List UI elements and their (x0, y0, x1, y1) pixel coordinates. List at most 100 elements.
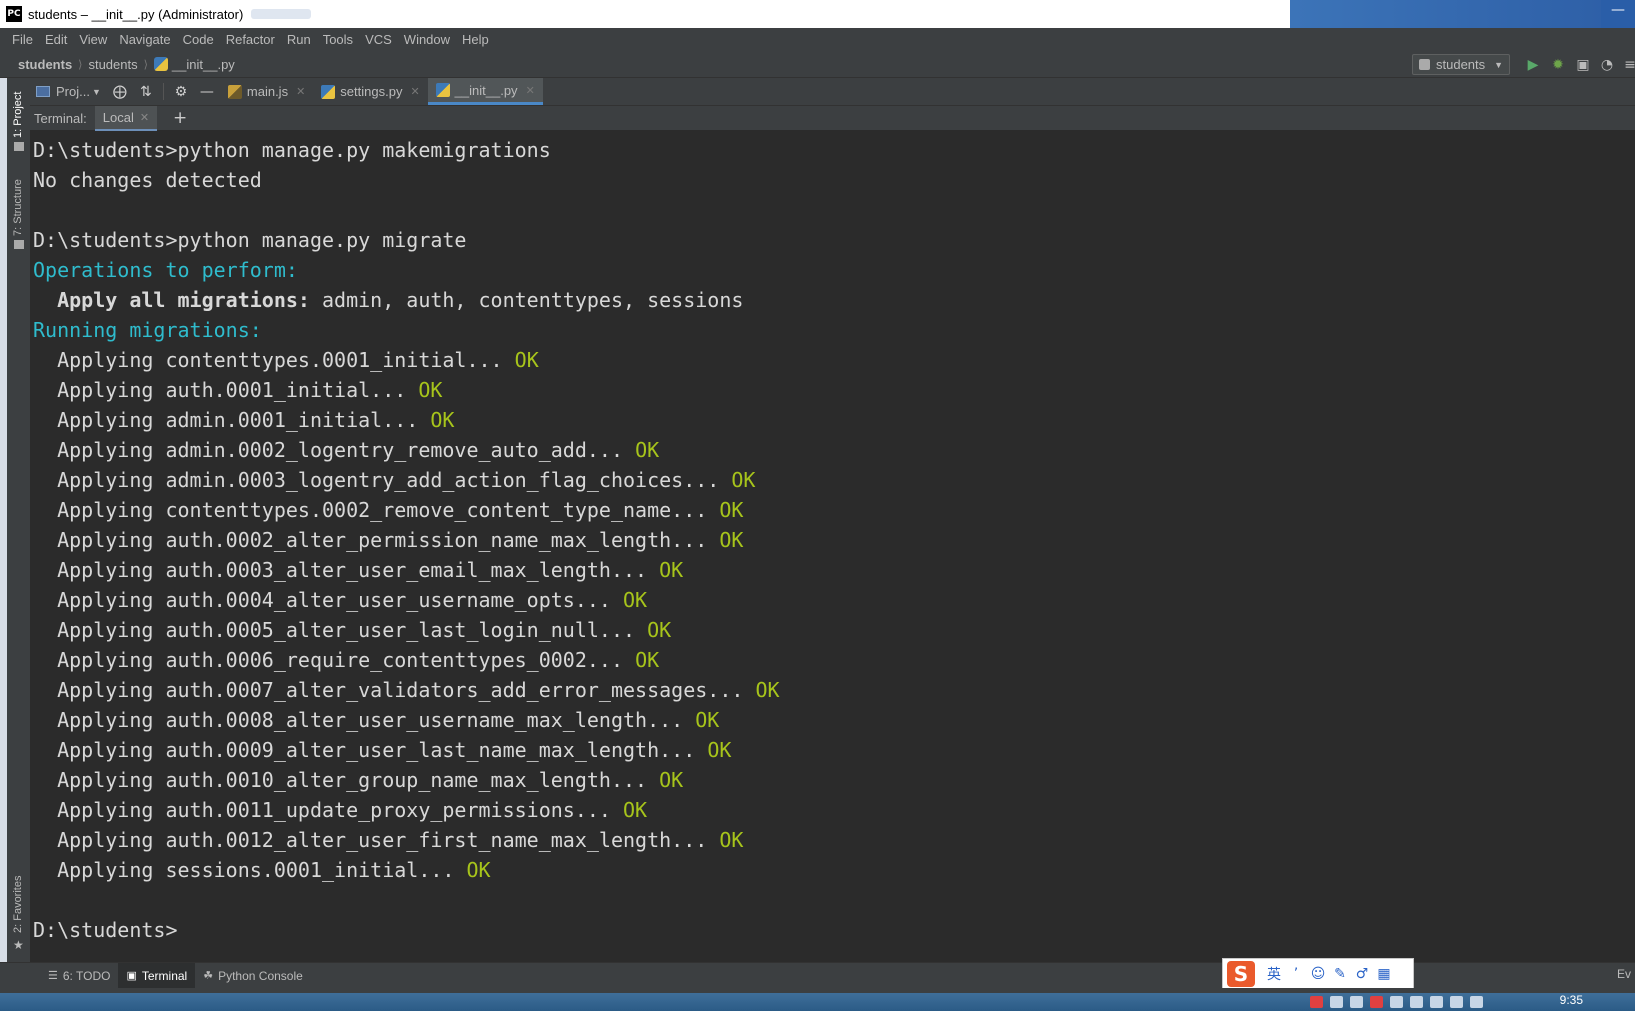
ime-item-icon[interactable]: ’ (1285, 966, 1307, 982)
menu-edit[interactable]: Edit (39, 32, 73, 47)
collapse-all-icon[interactable]: ⇅ (133, 78, 159, 105)
bottom-tool-terminal[interactable]: ▣ Terminal (118, 962, 196, 989)
bottom-tool-label: Python Console (218, 968, 303, 983)
ime-toolbar: S 英’ ☺ ✎ ♂ ▦ (1222, 958, 1414, 990)
ime-item-icon[interactable]: ✎ (1329, 966, 1351, 982)
project-view-button[interactable]: Proj... ▼ (30, 78, 107, 105)
blurred-title-area (251, 9, 312, 19)
menu-help[interactable]: Help (456, 32, 495, 47)
terminal-line: Applying auth.0012_alter_user_first_name… (33, 825, 1635, 855)
ime-item-icon[interactable]: ☺ (1307, 966, 1329, 982)
terminal-line: Applying auth.0002_alter_permission_name… (33, 525, 1635, 555)
editor-tab[interactable]: settings.py ✕ (313, 78, 427, 105)
menu-file[interactable]: File (6, 32, 39, 47)
terminal-session-label: Local (102, 109, 134, 125)
terminal-line: Applying auth.0004_alter_user_username_o… (33, 585, 1635, 615)
terminal-line: Apply all migrations: admin, auth, conte… (33, 285, 1635, 315)
menu-vcs[interactable]: VCS (359, 32, 398, 47)
breadcrumb-separator-icon: ⟩ (78, 57, 83, 71)
ime-item-icon[interactable]: ▦ (1373, 966, 1395, 982)
editor-tab-label: __init__.py (454, 82, 518, 98)
hide-panel-icon[interactable]: — (194, 78, 220, 105)
minimize-window-button[interactable]: — (1601, 0, 1635, 28)
chevron-down-icon: ▼ (1494, 59, 1503, 70)
structure-icon (14, 240, 24, 249)
tray-monitor-icon[interactable] (1450, 996, 1463, 1008)
terminal-line-text: Applying auth.0002_alter_permission_name… (33, 528, 708, 552)
tray-app-icon[interactable] (1310, 996, 1323, 1008)
gear-icon[interactable]: ⚙ (168, 78, 194, 105)
python-file-icon (153, 57, 168, 71)
bottom-tool-label: 6: TODO (62, 968, 111, 983)
ime-item-icon[interactable]: 英 (1263, 964, 1285, 984)
terminal-line-text: Applying auth.0004_alter_user_username_o… (33, 588, 611, 612)
close-icon[interactable]: ✕ (296, 85, 305, 98)
coverage-icon[interactable]: ▣ (1573, 55, 1593, 75)
run-configuration-select[interactable]: students ▼ (1412, 54, 1510, 75)
ok-status: OK (707, 738, 732, 762)
terminal-title: Terminal: (34, 110, 87, 126)
new-session-icon[interactable]: + (173, 108, 187, 128)
tray-network-icon[interactable] (1390, 996, 1403, 1008)
close-icon[interactable]: ✕ (526, 84, 535, 97)
run-icon[interactable]: ▶ (1523, 55, 1543, 75)
debug-icon[interactable]: ✹ (1548, 55, 1568, 75)
terminal-line: Applying auth.0006_require_contenttypes_… (33, 645, 1635, 675)
editor-tab-label: main.js (246, 84, 289, 99)
python-file-icon (321, 84, 336, 99)
menu-run[interactable]: Run (281, 32, 317, 47)
terminal-line: D:\students>python manage.py makemigrati… (33, 135, 1635, 165)
terminal-line: Applying auth.0008_alter_user_username_m… (33, 705, 1635, 735)
menu-window[interactable]: Window (398, 32, 456, 47)
breadcrumb-project[interactable]: students (18, 57, 72, 72)
tray-display-icon[interactable] (1410, 996, 1423, 1008)
profile-icon[interactable]: ◔ (1597, 55, 1617, 75)
terminal-line-rest: admin, auth, contenttypes, sessions (321, 288, 744, 312)
event-log-button[interactable]: Ev (1617, 967, 1631, 981)
locate-icon[interactable]: ⨁ (107, 78, 133, 105)
project-tool-tab[interactable]: 1: Project (12, 92, 24, 138)
close-icon[interactable]: ✕ (140, 111, 149, 124)
sogou-ime-logo-icon[interactable]: S (1227, 961, 1255, 987)
menu-navigate[interactable]: Navigate (113, 32, 176, 47)
python-icon: ☘ (203, 970, 214, 982)
star-icon: ★ (13, 938, 24, 952)
window-title: students – __init__.py (Administrator) (28, 6, 244, 22)
terminal-line: D:\students>python manage.py migrate (33, 225, 1635, 255)
menu-tools[interactable]: Tools (317, 32, 359, 47)
ok-status: OK (418, 378, 443, 402)
terminal-session-tab[interactable]: Local ✕ (94, 105, 158, 131)
breadcrumb-folder[interactable]: students (88, 57, 137, 72)
toolbar-separator (162, 83, 164, 100)
editor-tab[interactable]: main.js ✕ (220, 78, 313, 105)
menu-refactor[interactable]: Refactor (220, 32, 281, 47)
menu-view[interactable]: View (73, 32, 113, 47)
bottom-tool-python-console[interactable]: ☘ Python Console (195, 963, 311, 989)
project-view-label: Proj... (56, 84, 90, 99)
tray-window-icon[interactable] (1350, 996, 1363, 1008)
terminal-line: D:\students> (33, 915, 1635, 945)
terminal-line: Applying auth.0009_alter_user_last_name_… (33, 735, 1635, 765)
tray-flag-icon[interactable] (1430, 996, 1443, 1008)
terminal-header: Terminal: Local ✕ + (30, 105, 1635, 131)
tray-help-icon[interactable] (1330, 996, 1343, 1008)
tray-volume-icon[interactable] (1470, 996, 1483, 1008)
structure-tool-tab[interactable]: 7: Structure (12, 179, 24, 236)
ime-item-icon[interactable]: ♂ (1351, 966, 1373, 982)
editor-tab[interactable]: __init__.py ✕ (427, 78, 543, 105)
more-actions-icon[interactable]: ≡ (1620, 55, 1635, 75)
menu-code[interactable]: Code (177, 32, 220, 47)
ok-status: OK (647, 618, 672, 642)
breadcrumb-file[interactable]: __init__.py (172, 57, 235, 72)
javascript-file-icon (227, 84, 242, 99)
taskbar-clock[interactable]: 9:35 (1560, 993, 1583, 1007)
terminal-line: Applying auth.0005_alter_user_last_login… (33, 615, 1635, 645)
favorites-tool-tab[interactable]: 2: Favorites (12, 876, 24, 933)
terminal-output[interactable]: D:\students>python manage.py makemigrati… (30, 131, 1635, 962)
terminal-line: Applying admin.0001_initial... OK (33, 405, 1635, 435)
bottom-tool-6-todo[interactable]: ☰ 6: TODO (40, 963, 118, 989)
terminal-line-text: Applying auth.0009_alter_user_last_name_… (33, 738, 696, 762)
close-icon[interactable]: ✕ (410, 85, 419, 98)
tray-app-icon[interactable] (1370, 996, 1383, 1008)
